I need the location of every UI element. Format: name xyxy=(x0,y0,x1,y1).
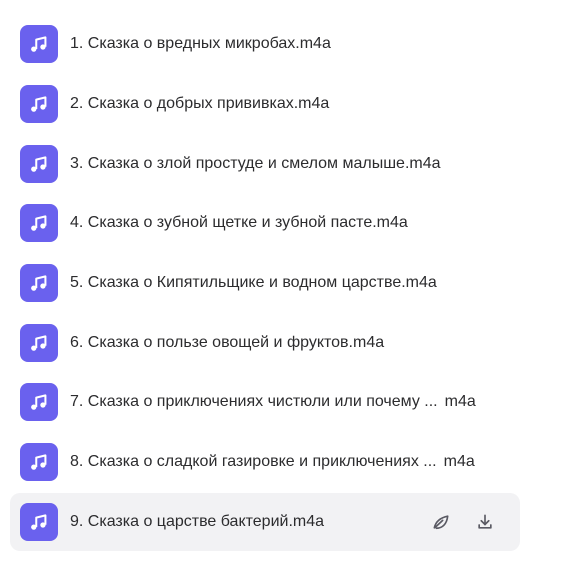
file-list: 1. Сказка о вредных микробах .m4a 2. Сказ… xyxy=(0,0,567,569)
music-note-icon xyxy=(20,324,58,362)
music-note-icon xyxy=(20,85,58,123)
music-note-icon xyxy=(20,204,58,242)
leaf-icon xyxy=(433,515,449,530)
list-item[interactable]: 5. Сказка о Кипятильщике и водном царств… xyxy=(10,254,520,312)
row-actions xyxy=(428,493,498,551)
music-note-icon xyxy=(20,145,58,183)
file-name: 2. Сказка о добрых прививках .m4a xyxy=(70,95,330,112)
list-item[interactable]: 7. Сказка о приключениях чистюли или поч… xyxy=(10,373,520,431)
file-name: 4. Сказка о зубной щетке и зубной пасте.… xyxy=(70,214,408,231)
file-name: 8. Сказка о сладкой газировке и приключе… xyxy=(70,453,475,470)
music-note-icon xyxy=(20,503,58,541)
file-name: 5. Сказка о Кипятильщике и водном царств… xyxy=(70,274,437,291)
list-item[interactable]: 3. Сказка о злой простуде и смелом малыш… xyxy=(10,135,520,193)
music-note-icon xyxy=(20,383,58,421)
list-item[interactable]: 4. Сказка о зубной щетке и зубной пасте.… xyxy=(10,194,520,252)
file-name: 9. Сказка о царстве бактерий .m4a xyxy=(70,513,325,530)
list-item[interactable]: 2. Сказка о добрых прививках .m4a xyxy=(10,75,520,133)
list-item[interactable]: 8. Сказка о сладкой газировке и приключе… xyxy=(10,433,520,491)
music-note-icon xyxy=(20,264,58,302)
music-note-icon xyxy=(20,25,58,63)
file-name: 7. Сказка о приключениях чистюли или поч… xyxy=(70,393,476,410)
list-item[interactable]: 1. Сказка о вредных микробах .m4a xyxy=(10,15,520,73)
download-button[interactable] xyxy=(472,509,498,535)
leaf-button[interactable] xyxy=(428,509,454,535)
list-item-selected[interactable]: 9. Сказка о царстве бактерий .m4a xyxy=(10,493,520,551)
download-icon xyxy=(478,514,492,529)
list-item[interactable]: 6. Сказка о пользе овощей и фруктов .m4a xyxy=(10,314,520,372)
music-note-icon xyxy=(20,443,58,481)
file-name: 1. Сказка о вредных микробах .m4a xyxy=(70,35,331,52)
file-name: 6. Сказка о пользе овощей и фруктов .m4a xyxy=(70,334,385,351)
file-name: 3. Сказка о злой простуде и смелом малыш… xyxy=(70,155,441,172)
